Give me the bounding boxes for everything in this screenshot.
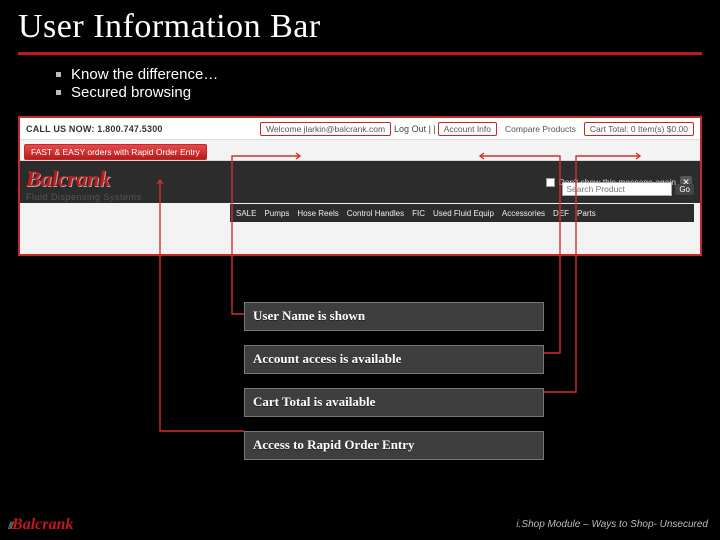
bullet-icon xyxy=(56,72,61,77)
slide-title: User Information Bar xyxy=(18,8,702,46)
brand-tagline: Fluid Dispensing Systems xyxy=(26,192,142,202)
footer-caption: i.Shop Module – Ways to Shop- Unsecured xyxy=(516,519,708,530)
logout-link[interactable]: Log Out | | xyxy=(394,124,436,134)
account-info-box[interactable]: Account Info xyxy=(438,122,497,136)
rapid-order-promo[interactable]: FAST & EASY orders with Rapid Order Entr… xyxy=(24,144,207,160)
call-us-text: CALL US NOW: 1.800.747.5300 xyxy=(20,124,163,134)
compare-products-link[interactable]: Compare Products xyxy=(505,124,576,134)
nav-item-pumps[interactable]: Pumps xyxy=(264,209,289,218)
nav-item-used-fluid[interactable]: Used Fluid Equip xyxy=(433,209,494,218)
bullet-icon xyxy=(56,90,61,95)
go-button[interactable]: Go xyxy=(675,184,694,195)
nav-item-fic[interactable]: FIC xyxy=(412,209,425,218)
brand-logo: Balcrank xyxy=(26,168,142,190)
dont-show-checkbox[interactable] xyxy=(546,178,555,187)
bullet-item: Know the difference… xyxy=(56,66,720,83)
brand-block: Balcrank Fluid Dispensing Systems xyxy=(26,168,142,202)
cart-total-box[interactable]: Cart Total: 0 Item(s) $0.00 xyxy=(584,122,694,136)
bullet-text: Secured browsing xyxy=(71,84,191,101)
welcome-user-box: Welcome jlarkin@balcrank.com xyxy=(260,122,391,136)
callout-account-access: Account access is available xyxy=(244,345,544,374)
nav-item-accessories[interactable]: Accessories xyxy=(502,209,545,218)
bullet-list: Know the difference… Secured browsing xyxy=(0,55,720,110)
callout-cart-total: Cart Total is available xyxy=(244,388,544,417)
nav-menu: SALE Pumps Hose Reels Control Handles FI… xyxy=(230,204,694,222)
nav-item-control-handles[interactable]: Control Handles xyxy=(347,209,404,218)
bullet-item: Secured browsing xyxy=(56,84,720,101)
user-info-bar: CALL US NOW: 1.800.747.5300 Welcome jlar… xyxy=(20,118,700,140)
callout-rapid-order: Access to Rapid Order Entry xyxy=(244,431,544,460)
nav-item-def[interactable]: DEF xyxy=(553,209,569,218)
nav-item-hose-reels[interactable]: Hose Reels xyxy=(297,209,338,218)
search-row: Go xyxy=(562,182,694,196)
search-input[interactable] xyxy=(562,182,672,196)
title-rule xyxy=(18,52,702,55)
nav-item-parts[interactable]: Parts xyxy=(577,209,596,218)
bullet-text: Know the difference… xyxy=(71,66,218,83)
embedded-screenshot: CALL US NOW: 1.800.747.5300 Welcome jlar… xyxy=(18,116,702,256)
footer-brand-logo: ///Balcrank xyxy=(8,516,73,534)
callout-labels: User Name is shown Account access is ava… xyxy=(244,302,544,474)
nav-item-sale[interactable]: SALE xyxy=(236,209,256,218)
callout-user-name: User Name is shown xyxy=(244,302,544,331)
